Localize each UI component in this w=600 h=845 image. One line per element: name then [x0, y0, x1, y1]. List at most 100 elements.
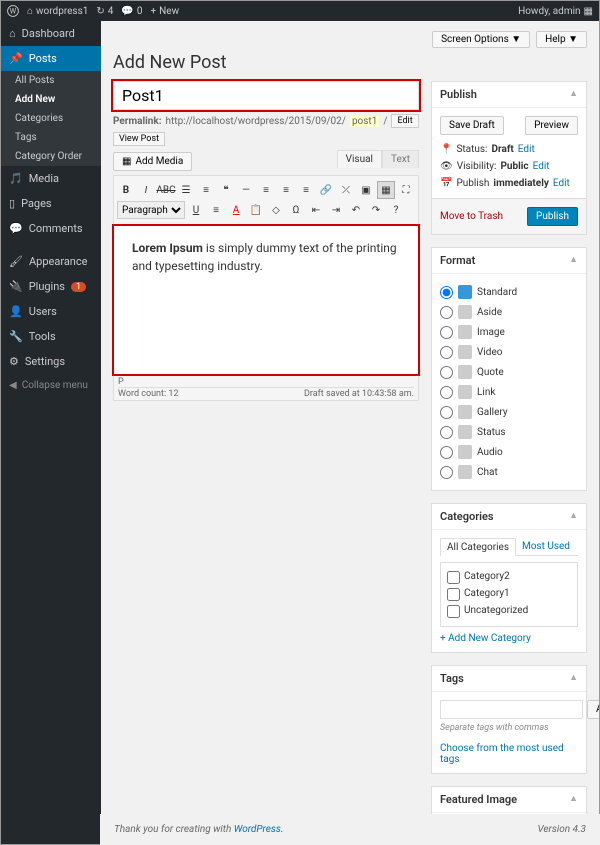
more-button[interactable]: ▣ — [357, 181, 375, 199]
underline-button[interactable]: U — [187, 201, 205, 219]
format-option-chat[interactable]: Chat — [440, 462, 578, 482]
hr-button[interactable]: — — [237, 181, 255, 199]
format-option-quote[interactable]: Quote — [440, 362, 578, 382]
textcolor-button[interactable]: A — [227, 201, 245, 219]
move-to-trash-link[interactable]: Move to Trash — [440, 211, 503, 222]
editor-footer: P Word count: 12Draft saved at 10:43:58 … — [113, 375, 419, 401]
menu-pages[interactable]: ▯Pages — [1, 191, 101, 216]
home-icon: ⌂ — [27, 6, 33, 17]
submenu-tags[interactable]: Tags — [1, 128, 101, 147]
add-tag-button[interactable]: Add — [587, 700, 599, 719]
paste-button[interactable]: 📋 — [247, 201, 265, 219]
tags-header[interactable]: Tags▲ — [432, 666, 586, 692]
outdent-button[interactable]: ⇤ — [307, 201, 325, 219]
submenu-all-posts[interactable]: All Posts — [1, 71, 101, 90]
plugins-badge: 1 — [71, 282, 86, 292]
wp-logo[interactable]: W — [7, 5, 19, 17]
clear-button[interactable]: ◇ — [267, 201, 285, 219]
menu-settings[interactable]: ⚙Settings — [1, 349, 101, 374]
align-left-button[interactable]: ≡ — [257, 181, 275, 199]
redo-button[interactable]: ↷ — [367, 201, 385, 219]
format-option-gallery[interactable]: Gallery — [440, 402, 578, 422]
menu-users[interactable]: 👤Users — [1, 299, 101, 324]
quote-button[interactable]: ❝ — [217, 181, 235, 199]
tab-all-categories[interactable]: All Categories — [440, 538, 516, 556]
align-center-button[interactable]: ≡ — [277, 181, 295, 199]
tab-most-used[interactable]: Most Used — [516, 538, 576, 556]
fullscreen-button[interactable]: ⛶ — [397, 181, 415, 199]
add-new-category-link[interactable]: + Add New Category — [440, 633, 531, 644]
comments-link[interactable]: 💬0 — [121, 6, 142, 17]
ul-button[interactable]: ☰ — [177, 181, 195, 199]
format-option-video[interactable]: Video — [440, 342, 578, 362]
editor-toolbar: B I ABC ☰ ≡ ❝ — ≡ ≡ ≡ 🔗 ⤫ ▣ ▦ ⛶ — [113, 175, 419, 225]
post-title-input[interactable] — [113, 81, 419, 110]
tags-input[interactable] — [440, 700, 583, 719]
menu-posts[interactable]: 📌Posts — [1, 46, 101, 71]
admin-toolbar: W ⌂wordpress1 ↻4 💬0 +New Howdy, admin ▦ — [1, 1, 599, 21]
menu-media[interactable]: 🎵Media — [1, 166, 101, 191]
refresh-icon: ↻ — [96, 6, 104, 17]
strike-button[interactable]: ABC — [157, 181, 175, 199]
link-button[interactable]: 🔗 — [317, 181, 335, 199]
format-option-audio[interactable]: Audio — [440, 442, 578, 462]
italic-button[interactable]: I — [137, 181, 155, 199]
menu-appearance[interactable]: 🖌Appearance — [1, 249, 101, 274]
publish-header[interactable]: Publish▲ — [432, 82, 586, 108]
howdy-link[interactable]: Howdy, admin ▦ — [518, 6, 593, 17]
category-checkbox[interactable]: Uncategorized — [447, 603, 571, 620]
menu-plugins[interactable]: 🔌Plugins1 — [1, 274, 101, 299]
format-option-image[interactable]: Image — [440, 322, 578, 342]
collapse-menu[interactable]: ◀Collapse menu — [1, 374, 101, 397]
category-checkbox[interactable]: Category1 — [447, 586, 571, 603]
admin-sidebar: ⌂Dashboard 📌Posts All Posts Add New Cate… — [1, 21, 101, 844]
save-draft-button[interactable]: Save Draft — [440, 116, 504, 135]
wordpress-link[interactable]: WordPress — [234, 824, 281, 835]
undo-button[interactable]: ↶ — [347, 201, 365, 219]
align-right-button[interactable]: ≡ — [297, 181, 315, 199]
edit-visibility-link[interactable]: Edit — [533, 161, 550, 172]
menu-dashboard[interactable]: ⌂Dashboard — [1, 21, 101, 46]
featured-header[interactable]: Featured Image▲ — [432, 787, 586, 813]
format-option-status[interactable]: Status — [440, 422, 578, 442]
help-button-editor[interactable]: ? — [387, 201, 405, 219]
choose-tags-link[interactable]: Choose from the most used tags — [440, 743, 578, 765]
bold-button[interactable]: B — [117, 181, 135, 199]
format-option-link[interactable]: Link — [440, 382, 578, 402]
help-button[interactable]: Help ▼ — [536, 31, 587, 48]
categories-header[interactable]: Categories▲ — [432, 504, 586, 530]
menu-comments[interactable]: 💬Comments — [1, 216, 101, 241]
justify-button[interactable]: ≡ — [207, 201, 225, 219]
format-option-standard[interactable]: Standard — [440, 282, 578, 302]
toolbar-toggle-button[interactable]: ▦ — [377, 181, 395, 199]
add-media-button[interactable]: ▦Add Media — [113, 152, 192, 171]
comment-icon: 💬 — [121, 6, 133, 17]
tab-visual[interactable]: Visual — [337, 150, 382, 168]
indent-button[interactable]: ⇥ — [327, 201, 345, 219]
menu-tools[interactable]: 🔧Tools — [1, 324, 101, 349]
category-checkbox[interactable]: Category2 — [447, 569, 571, 586]
edit-status-link[interactable]: Edit — [518, 144, 535, 155]
submenu-category-order[interactable]: Category Order — [1, 147, 101, 166]
ol-button[interactable]: ≡ — [197, 181, 215, 199]
submenu-categories[interactable]: Categories — [1, 109, 101, 128]
submenu-add-new[interactable]: Add New — [1, 90, 101, 109]
specialchar-button[interactable]: Ω — [287, 201, 305, 219]
unlink-button[interactable]: ⤫ — [337, 181, 355, 199]
format-option-aside[interactable]: Aside — [440, 302, 578, 322]
new-link[interactable]: +New — [150, 6, 179, 17]
format-select[interactable]: Paragraph — [117, 201, 185, 219]
permalink-edit-button[interactable]: Edit — [391, 114, 418, 128]
tab-text[interactable]: Text — [382, 150, 419, 168]
edit-publish-link[interactable]: Edit — [553, 178, 570, 189]
page-icon: ▯ — [9, 197, 15, 210]
view-post-button[interactable]: View Post — [113, 132, 165, 146]
format-header[interactable]: Format▲ — [432, 248, 586, 274]
permalink-slug: post1 — [350, 116, 379, 127]
screen-options-button[interactable]: Screen Options ▼ — [432, 31, 530, 48]
updates-link[interactable]: ↻4 — [96, 6, 113, 17]
publish-button[interactable]: Publish — [527, 207, 578, 226]
editor-content[interactable]: Lorem Ipsum is simply dummy text of the … — [113, 225, 419, 375]
preview-button[interactable]: Preview — [525, 116, 578, 135]
site-link[interactable]: ⌂wordpress1 — [27, 6, 88, 17]
